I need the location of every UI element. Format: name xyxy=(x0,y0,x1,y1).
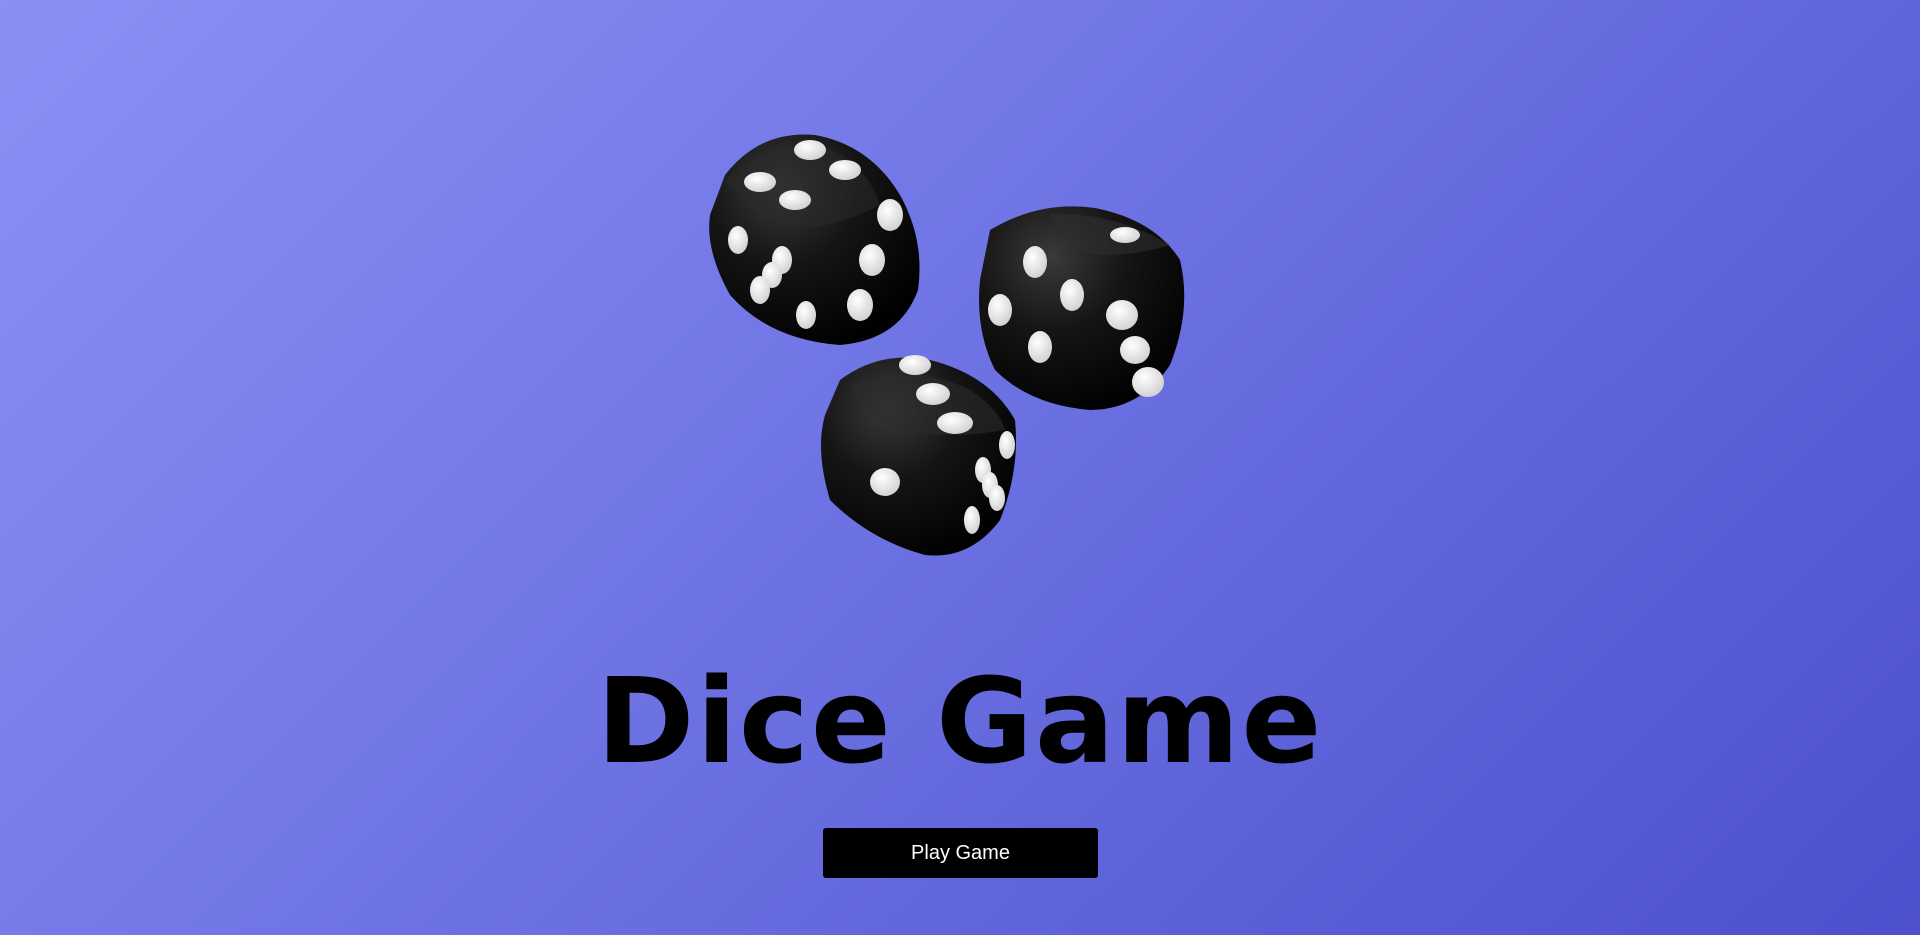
bottom-die xyxy=(821,355,1016,556)
top-left-die xyxy=(709,134,920,345)
right-die xyxy=(979,206,1185,410)
game-start-screen: Dice Game Play Game xyxy=(0,0,1920,935)
dice-illustration xyxy=(709,134,1185,556)
page-title: Dice Game xyxy=(596,652,1324,790)
play-game-button[interactable]: Play Game xyxy=(823,828,1098,878)
